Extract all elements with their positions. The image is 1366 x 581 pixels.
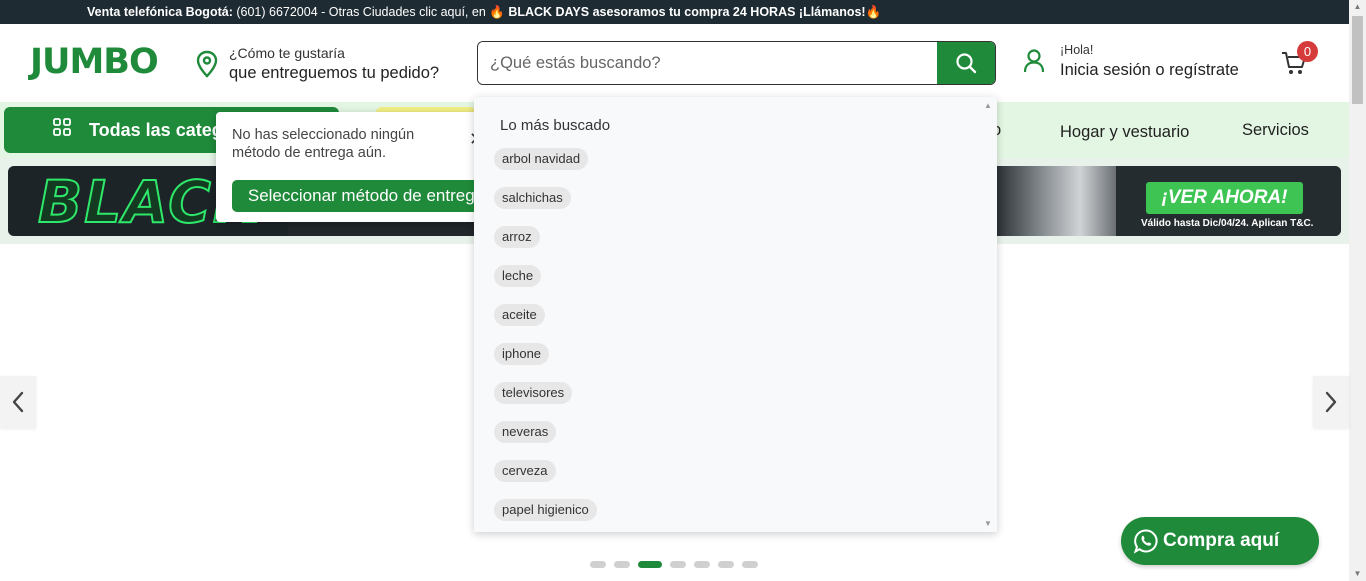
scroll-up-arrow-icon[interactable]: ▲ bbox=[984, 101, 992, 110]
carousel-dot[interactable] bbox=[590, 561, 606, 568]
suggestion-chip[interactable]: arbol navidad bbox=[494, 148, 589, 170]
carousel-dot[interactable] bbox=[742, 561, 758, 568]
suggestion-chip[interactable]: neveras bbox=[494, 421, 557, 443]
cart-count-badge: 0 bbox=[1297, 41, 1318, 62]
carousel-dot[interactable] bbox=[670, 561, 686, 568]
jumbo-logo[interactable]: JUMBO bbox=[30, 42, 159, 82]
search-suggestions-dropdown: Lo más buscado arbol navidad salchichas ar… bbox=[474, 97, 997, 532]
suggestion-chip[interactable]: papel higienico bbox=[494, 499, 597, 521]
suggestion-chip[interactable]: cerveza bbox=[494, 460, 556, 482]
flame-icon: 🔥 bbox=[489, 5, 509, 19]
scrollbar-thumb[interactable] bbox=[1352, 16, 1363, 104]
top-info-bar[interactable]: Venta telefónica Bogotá: (601) 6672004 -… bbox=[0, 0, 1349, 24]
topbar-phone-label: Venta telefónica Bogotá: bbox=[87, 5, 233, 19]
popover-message: No has seleccionado ningún método de ent… bbox=[232, 127, 415, 161]
flame-icon: 🔥 bbox=[865, 5, 882, 19]
scroll-up-arrow-icon[interactable]: ▲ bbox=[1349, 0, 1366, 14]
delivery-method-popover: No has seleccionado ningún método de ent… bbox=[216, 112, 516, 222]
search-button[interactable] bbox=[937, 42, 995, 84]
dropdown-scrollbar[interactable]: ▲ ▼ bbox=[981, 97, 997, 532]
topbar-promo: BLACK DAYS asesoramos tu compra 24 HORAS… bbox=[508, 5, 866, 19]
nav-item-servicios[interactable]: Servicios bbox=[1242, 121, 1309, 140]
banner-appliance-image bbox=[996, 166, 1116, 236]
site-header: JUMBO ¿Cómo te gustaría que entreguemos … bbox=[0, 24, 1349, 102]
whatsapp-label: Compra aquí bbox=[1163, 530, 1280, 551]
carousel-next-button[interactable] bbox=[1313, 376, 1349, 428]
location-pin-icon[interactable] bbox=[196, 50, 218, 78]
suggestion-chip[interactable]: televisores bbox=[494, 382, 573, 404]
suggestions-title: Lo más buscado bbox=[500, 117, 611, 134]
chevron-left-icon bbox=[12, 391, 24, 413]
delivery-prompt-line1[interactable]: ¿Cómo te gustaría bbox=[229, 45, 345, 61]
suggestion-chip[interactable]: arroz bbox=[494, 226, 540, 248]
suggestion-chip[interactable]: leche bbox=[494, 265, 542, 287]
delivery-prompt-line2[interactable]: que entreguemos tu pedido? bbox=[229, 64, 439, 83]
suggestion-chip[interactable]: salchichas bbox=[494, 187, 571, 209]
user-icon[interactable] bbox=[1023, 48, 1045, 74]
search-bar[interactable] bbox=[477, 41, 996, 85]
search-input[interactable] bbox=[478, 42, 938, 84]
suggestion-chip[interactable]: iphone bbox=[494, 343, 550, 365]
banner-cta-button[interactable]: ¡VER AHORA! bbox=[1146, 182, 1303, 214]
carousel-dot[interactable] bbox=[638, 561, 662, 568]
carousel-dot[interactable] bbox=[614, 561, 630, 568]
whatsapp-button[interactable]: Compra aquí bbox=[1121, 517, 1319, 565]
carousel-prev-button[interactable] bbox=[0, 376, 36, 428]
carousel-dots bbox=[590, 561, 758, 568]
carousel-dot[interactable] bbox=[718, 561, 734, 568]
login-link[interactable]: Inicia sesión o regístrate bbox=[1060, 61, 1239, 80]
chevron-right-icon bbox=[1325, 391, 1337, 413]
banner-disclaimer: Válido hasta Dic/04/24. Aplican T&C. bbox=[1141, 218, 1314, 229]
greeting-text: ¡Hola! bbox=[1060, 43, 1094, 57]
topbar-text: (601) 6672004 - Otras Ciudades clic aquí… bbox=[232, 5, 490, 19]
carousel-dot[interactable] bbox=[694, 561, 710, 568]
suggestion-chip[interactable]: aceite bbox=[494, 304, 545, 326]
grid-icon bbox=[53, 118, 71, 136]
nav-item-hogar-vestuario[interactable]: Hogar y vestuario bbox=[1060, 123, 1189, 142]
scroll-down-arrow-icon[interactable]: ▼ bbox=[1349, 567, 1366, 581]
scroll-down-arrow-icon[interactable]: ▼ bbox=[984, 519, 992, 528]
whatsapp-icon bbox=[1133, 529, 1158, 554]
search-icon bbox=[956, 53, 977, 74]
page-scrollbar[interactable]: ▲ ▼ bbox=[1349, 0, 1366, 581]
select-delivery-method-button[interactable]: Seleccionar método de entrega bbox=[232, 180, 500, 212]
